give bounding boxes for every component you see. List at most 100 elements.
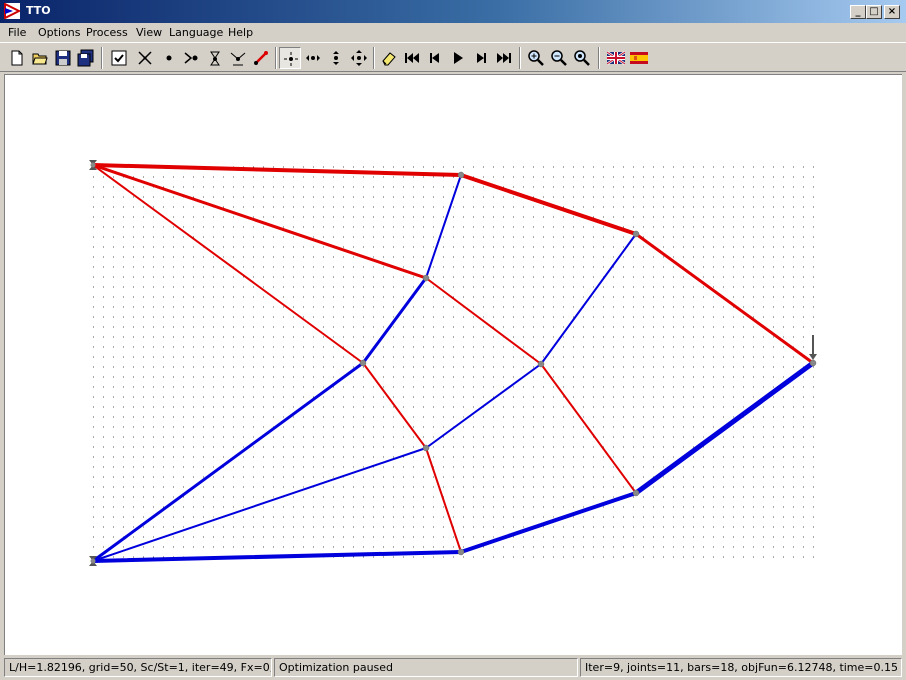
compression-bar[interactable] <box>633 360 816 496</box>
zoom-fit-button[interactable] <box>571 47 593 69</box>
tension-bar[interactable] <box>91 163 463 177</box>
node-icon <box>166 55 172 61</box>
truss-drawing[interactable] <box>5 75 901 654</box>
toolbar-separator <box>519 47 521 69</box>
play-button[interactable] <box>447 47 469 69</box>
next-step-button[interactable] <box>470 47 492 69</box>
title-bar[interactable]: TTO _ □ × <box>0 0 906 23</box>
node-arrow-button[interactable] <box>181 47 203 69</box>
tension-bar[interactable] <box>634 232 815 365</box>
save-as-button[interactable] <box>75 47 97 69</box>
new-file-button[interactable] <box>6 47 28 69</box>
move-vertical-button[interactable] <box>325 47 347 69</box>
check-structure-icon <box>111 50 127 66</box>
maximize-button[interactable]: □ <box>866 5 882 19</box>
tension-bar[interactable] <box>425 277 542 365</box>
status-parameters: L/H=1.82196, grid=50, Sc/St=1, iter=49, … <box>4 658 272 677</box>
loads <box>809 335 817 360</box>
status-message: Optimization paused <box>274 658 578 677</box>
tension-bar[interactable] <box>540 363 637 494</box>
menu-bar: File Options Process View Language Help <box>0 23 906 42</box>
tension-bar[interactable] <box>459 173 638 236</box>
compression-bar[interactable] <box>425 174 462 279</box>
tension-bar[interactable] <box>91 163 428 280</box>
previous-step-icon <box>430 53 439 63</box>
english-flag-icon <box>607 50 625 66</box>
joint[interactable] <box>457 548 465 556</box>
joint[interactable] <box>359 359 367 367</box>
status-results: Iter=9, joints=11, bars=18, objFun=6.127… <box>580 658 902 677</box>
close-icon: × <box>887 6 897 17</box>
toolbar-separator <box>373 47 375 69</box>
zoom-out-button[interactable] <box>548 47 570 69</box>
menu-file[interactable]: File <box>8 26 26 39</box>
move-vertical-icon <box>333 51 339 65</box>
window-title: TTO <box>26 4 51 17</box>
menu-view[interactable]: View <box>136 26 162 39</box>
joint[interactable] <box>632 489 640 497</box>
support-button[interactable] <box>204 47 226 69</box>
open-folder-icon <box>32 53 48 65</box>
zoom-in-icon <box>528 50 544 66</box>
compression-bar[interactable] <box>361 276 428 365</box>
previous-step-button[interactable] <box>424 47 446 69</box>
first-step-icon <box>405 53 419 63</box>
english-language-button[interactable] <box>605 47 627 69</box>
zoom-in-button[interactable] <box>525 47 547 69</box>
next-step-icon <box>477 53 486 63</box>
toolbar <box>0 42 906 72</box>
cross-button[interactable] <box>134 47 156 69</box>
menu-language[interactable]: Language <box>169 26 223 39</box>
last-step-button[interactable] <box>493 47 515 69</box>
first-step-button[interactable] <box>401 47 423 69</box>
node-arrow-icon <box>184 52 198 64</box>
last-step-icon <box>497 53 511 63</box>
tension-bar[interactable] <box>425 447 462 553</box>
tension-bar[interactable] <box>362 362 427 449</box>
tension-bar[interactable] <box>92 164 364 364</box>
new-file-icon <box>11 50 23 66</box>
node-button[interactable] <box>158 47 180 69</box>
move-node-button[interactable] <box>279 47 301 69</box>
check-structure-button[interactable] <box>108 47 130 69</box>
menu-options[interactable]: Options <box>38 26 80 39</box>
move-node-icon <box>284 52 298 66</box>
joint[interactable] <box>537 360 545 368</box>
move-all-icon <box>351 50 367 66</box>
spanish-language-button[interactable] <box>628 47 650 69</box>
app-icon <box>4 3 20 19</box>
zoom-fit-icon <box>574 50 590 66</box>
support-icon <box>210 51 220 66</box>
joint[interactable] <box>422 444 430 452</box>
menu-help[interactable]: Help <box>228 26 253 39</box>
save-icon <box>55 50 71 66</box>
maximize-icon: □ <box>869 6 879 17</box>
eraser-button[interactable] <box>378 47 400 69</box>
drawing-canvas[interactable] <box>4 74 902 655</box>
compression-bar[interactable] <box>540 233 637 365</box>
node-support-icon <box>230 52 246 66</box>
eraser-icon <box>382 52 396 66</box>
close-button[interactable]: × <box>884 5 900 19</box>
menu-process[interactable]: Process <box>86 26 128 39</box>
loaded-joint[interactable] <box>809 359 817 367</box>
move-all-button[interactable] <box>348 47 370 69</box>
save-button[interactable] <box>52 47 74 69</box>
grid <box>93 166 814 558</box>
joint[interactable] <box>632 230 640 238</box>
compression-bar[interactable] <box>91 550 463 563</box>
node-support-button[interactable] <box>227 47 249 69</box>
toolbar-separator <box>598 47 600 69</box>
move-horizontal-button[interactable] <box>302 47 324 69</box>
bar-icon <box>254 51 268 65</box>
compression-bar[interactable] <box>459 491 638 554</box>
joint[interactable] <box>422 274 430 282</box>
minimize-button[interactable]: _ <box>850 5 866 19</box>
open-file-button[interactable] <box>29 47 51 69</box>
spanish-flag-icon <box>630 52 648 64</box>
bar-button[interactable] <box>250 47 272 69</box>
compression-bar[interactable] <box>91 361 365 563</box>
compression-bar[interactable] <box>92 447 427 562</box>
toolbar-separator <box>101 47 103 69</box>
joint[interactable] <box>457 171 465 179</box>
